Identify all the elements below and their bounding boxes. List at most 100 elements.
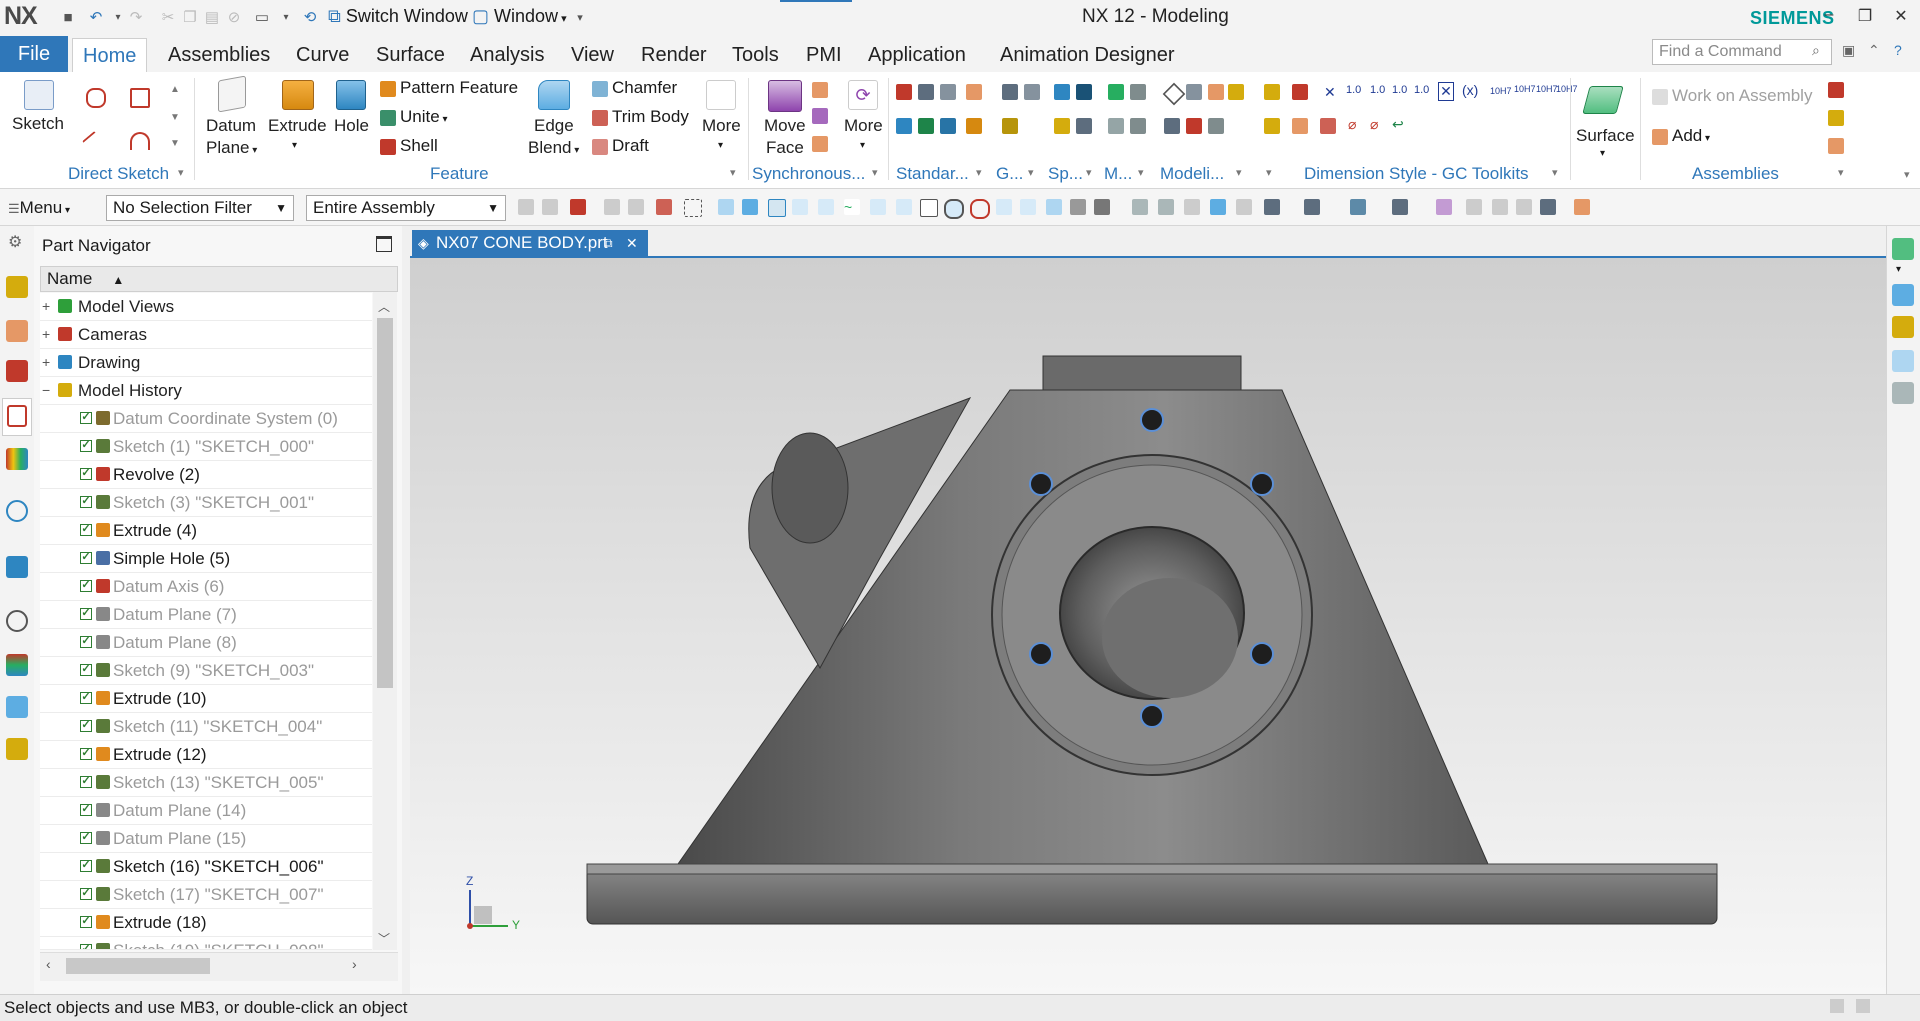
document-tab[interactable]: ◈ NX07 CONE BODY.prt ⧉ ✕	[412, 230, 648, 256]
tool-icon[interactable]	[1002, 118, 1018, 134]
side-tool-icon[interactable]	[1892, 382, 1914, 404]
trim-body-button[interactable]: Trim Body	[592, 107, 689, 127]
ribbon-options-icon[interactable]: ▾	[1904, 168, 1910, 181]
feature-row[interactable]: ✓ Revolve (2)	[40, 461, 372, 489]
undo-dropdown-icon[interactable]: ▾	[108, 7, 128, 27]
side-tool-icon[interactable]	[1892, 284, 1914, 306]
vertical-scroll-thumb[interactable]	[377, 318, 393, 688]
suppress-checkbox[interactable]: ✓	[80, 412, 92, 424]
tool-icon[interactable]	[1264, 118, 1280, 134]
rectangle-select-icon[interactable]	[684, 199, 702, 217]
tool-icon[interactable]	[966, 118, 982, 134]
tab-surface[interactable]: Surface	[366, 38, 455, 72]
tool-icon[interactable]: 1.0	[1414, 84, 1429, 96]
selection-filter-dropdown[interactable]: No Selection Filter ▼	[106, 195, 294, 221]
scroll-up-icon[interactable]: ▲	[170, 84, 180, 95]
tool-icon[interactable]: 10H7	[1490, 86, 1512, 96]
tab-render[interactable]: Render	[631, 38, 717, 72]
suppress-checkbox[interactable]: ✓	[80, 468, 92, 480]
snap-tool-icon[interactable]	[818, 199, 834, 215]
view-tool-icon[interactable]	[1350, 199, 1366, 215]
suppress-checkbox[interactable]: ✓	[80, 888, 92, 900]
tool-icon[interactable]	[1130, 84, 1146, 100]
suppress-checkbox[interactable]: ✓	[80, 832, 92, 844]
tool-icon[interactable]	[1292, 118, 1308, 134]
tool-icon[interactable]	[1002, 84, 1018, 100]
feature-row[interactable]: ✓ Datum Coordinate System (0)	[40, 405, 372, 433]
tab-assemblies[interactable]: Assemblies	[158, 38, 280, 72]
tool-icon[interactable]	[1130, 118, 1146, 134]
feature-row[interactable]: ✓ Sketch (9) "SKETCH_003"	[40, 657, 372, 685]
history-icon[interactable]	[6, 610, 28, 632]
feature-row[interactable]: ✓ Sketch (17) "SKETCH_007"	[40, 881, 372, 909]
unite-button[interactable]: Unite ▾	[380, 107, 448, 127]
part-navigator-tab[interactable]	[2, 398, 32, 436]
feature-row[interactable]: ✓ Datum Plane (14)	[40, 797, 372, 825]
snap-tool-icon[interactable]	[870, 199, 886, 215]
switch-window-button[interactable]: ⧉ Switch Window	[328, 6, 468, 27]
constraint-navigator-icon[interactable]	[6, 320, 28, 342]
chevron-down-icon[interactable]: ▼	[170, 112, 180, 123]
snap-tool-icon[interactable]	[792, 199, 808, 215]
delete-icon[interactable]: ⊘	[224, 7, 244, 27]
group-menu-icon[interactable]: ▾	[178, 166, 184, 179]
touch-mode-icon[interactable]: ▭	[252, 7, 272, 27]
suppress-checkbox[interactable]: ✓	[80, 496, 92, 508]
tool-icon[interactable]: ✕	[1438, 82, 1454, 101]
tool-icon[interactable]	[1264, 84, 1280, 100]
gear-icon[interactable]: ⚙	[8, 232, 22, 252]
roles-icon[interactable]	[6, 654, 28, 676]
view-tool-icon[interactable]	[1466, 199, 1482, 215]
feature-row[interactable]: ✓ Simple Hole (5)	[40, 545, 372, 573]
rectangle-icon[interactable]	[130, 88, 150, 108]
tool-icon[interactable]: ↩	[1392, 116, 1404, 133]
tool-icon[interactable]: 10H7	[1536, 84, 1558, 94]
scroll-left-icon[interactable]: ‹	[46, 956, 51, 972]
tab-view[interactable]: View	[561, 38, 624, 72]
view-tool-icon[interactable]	[1236, 199, 1252, 215]
suppress-checkbox[interactable]: ✓	[80, 440, 92, 452]
help-icon[interactable]: ?	[1894, 42, 1902, 58]
tool-icon[interactable]: 1.0	[1346, 84, 1361, 96]
group-menu-icon[interactable]: ▾	[1838, 166, 1844, 179]
expand-icon[interactable]: +	[42, 349, 50, 376]
assembly-tool-icon[interactable]	[1828, 82, 1844, 98]
close-icon[interactable]: ✕	[1886, 6, 1916, 30]
tool-icon[interactable]: 1.0	[1392, 84, 1407, 96]
shell-button[interactable]: Shell	[380, 136, 438, 156]
file-tab[interactable]: File	[0, 36, 68, 72]
feature-row[interactable]: ✓ Extrude (10)	[40, 685, 372, 713]
suppress-checkbox[interactable]: ✓	[80, 692, 92, 704]
group-menu-icon[interactable]: ▾	[1236, 166, 1242, 179]
snap-tool-icon[interactable]: ~	[844, 199, 860, 215]
work-on-assembly-button[interactable]: Work on Assembly	[1652, 86, 1812, 106]
feature-row[interactable]: ✓ Datum Plane (7)	[40, 601, 372, 629]
tool-icon[interactable]	[918, 84, 934, 100]
add-component-button[interactable]: Add ▾	[1652, 126, 1710, 146]
tool-icon[interactable]: ⌀	[1348, 116, 1356, 133]
pin-icon[interactable]: ⧉	[604, 230, 613, 256]
tool-icon[interactable]	[1162, 82, 1186, 106]
suppress-checkbox[interactable]: ✓	[80, 944, 92, 949]
tool-icon[interactable]	[1228, 84, 1244, 100]
tool-icon[interactable]	[1320, 118, 1336, 134]
tree-node-model-views[interactable]: + Model Views	[40, 293, 372, 321]
tab-analysis[interactable]: Analysis	[460, 38, 554, 72]
gallery-more-icon[interactable]: ▼	[170, 138, 180, 149]
suppress-checkbox[interactable]: ✓	[80, 720, 92, 732]
search-icon[interactable]: ⌕	[1812, 42, 1820, 59]
feature-row[interactable]: ✓ Sketch (1) "SKETCH_000"	[40, 433, 372, 461]
view-tool-icon[interactable]	[1210, 199, 1226, 215]
touch-mode-dropdown-icon[interactable]: ▾	[276, 7, 296, 27]
paste-icon[interactable]: ▤	[202, 7, 222, 27]
snap-tool-icon[interactable]	[896, 199, 912, 215]
horizontal-scroll-thumb[interactable]	[66, 958, 210, 974]
tab-tools[interactable]: Tools	[722, 38, 789, 72]
view-tool-icon[interactable]	[1132, 199, 1148, 215]
sync-tool-icon[interactable]	[812, 136, 828, 152]
chamfer-button[interactable]: Chamfer	[592, 78, 677, 98]
tool-icon[interactable]	[966, 84, 982, 100]
feature-row[interactable]: ✓ Sketch (11) "SKETCH_004"	[40, 713, 372, 741]
assembly-tool-icon[interactable]	[1828, 110, 1844, 126]
filter-tool-icon[interactable]	[656, 199, 672, 215]
